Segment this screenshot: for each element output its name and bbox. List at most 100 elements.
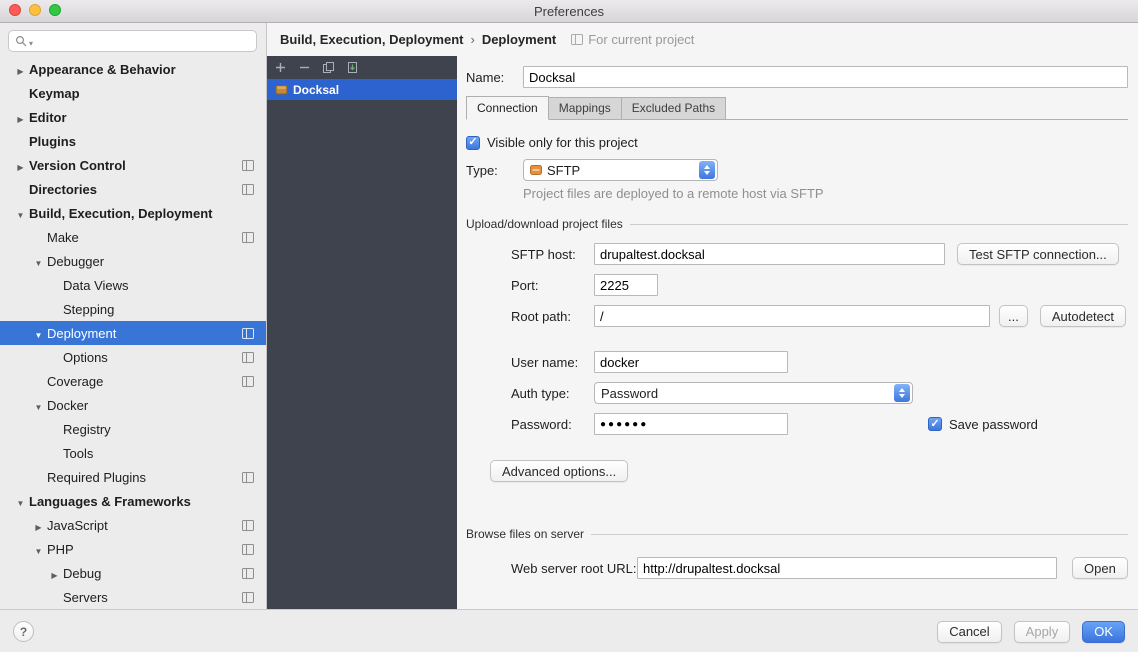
per-project-settings-icon (242, 568, 254, 579)
sftp-host-input[interactable] (594, 243, 945, 265)
sidebar-item-label: Keymap (29, 86, 80, 101)
sidebar-item-make[interactable]: Make (0, 225, 266, 249)
chevron-down-icon (30, 398, 47, 413)
type-dropdown[interactable]: SFTP (523, 159, 718, 181)
chevron-down-icon (30, 542, 47, 557)
sidebar-item-version-control[interactable]: Version Control (0, 153, 266, 177)
web-root-label: Web server root URL: (511, 561, 637, 576)
sidebar-item-servers[interactable]: Servers (0, 585, 266, 609)
web-root-input[interactable] (637, 557, 1057, 579)
sidebar-item-languages-frameworks[interactable]: Languages & Frameworks (0, 489, 266, 513)
sidebar-item-tools[interactable]: Tools (0, 441, 266, 465)
sidebar-item-directories[interactable]: Directories (0, 177, 266, 201)
type-value: SFTP (547, 163, 694, 178)
per-project-settings-icon (242, 184, 254, 195)
type-label: Type: (466, 163, 523, 178)
sidebar-item-label: Options (63, 350, 108, 365)
open-button[interactable]: Open (1072, 557, 1128, 579)
chevron-right-icon (12, 62, 29, 77)
sidebar-item-stepping[interactable]: Stepping (0, 297, 266, 321)
per-project-settings-icon (242, 352, 254, 363)
browse-root-button[interactable]: ... (999, 305, 1028, 327)
copy-server-button[interactable] (322, 61, 335, 74)
sidebar-item-label: JavaScript (47, 518, 108, 533)
root-path-input[interactable] (594, 305, 990, 327)
port-label: Port: (511, 278, 594, 293)
sidebar-item-label: Tools (63, 446, 93, 461)
user-name-input[interactable] (594, 351, 788, 373)
sidebar-item-registry[interactable]: Registry (0, 417, 266, 441)
search-input[interactable] (35, 33, 250, 49)
zoom-window-button[interactable] (49, 4, 61, 16)
preferences-window: Preferences Appearance & Behavior Keymap (0, 0, 1138, 652)
remove-server-button[interactable] (298, 61, 311, 74)
server-list-item-docksal[interactable]: Docksal (267, 79, 457, 100)
advanced-options-button[interactable]: Advanced options... (490, 460, 628, 482)
tab-mappings[interactable]: Mappings (549, 97, 622, 119)
sidebar-item-data-views[interactable]: Data Views (0, 273, 266, 297)
per-project-settings-icon (242, 232, 254, 243)
tab-excluded-paths[interactable]: Excluded Paths (622, 97, 726, 119)
sidebar-item-keymap[interactable]: Keymap (0, 81, 266, 105)
sidebar-item-label: Plugins (29, 134, 76, 149)
chevron-right-icon (46, 566, 63, 581)
per-project-settings-icon (242, 544, 254, 555)
search-scope-caret-icon (29, 34, 33, 49)
chevron-down-icon (30, 254, 47, 269)
visible-only-checkbox[interactable] (466, 136, 480, 150)
name-input[interactable] (523, 66, 1128, 88)
dialog-footer: ? Cancel Apply OK (0, 609, 1138, 652)
sidebar-item-options[interactable]: Options (0, 345, 266, 369)
password-input[interactable] (594, 413, 788, 435)
sidebar-item-php[interactable]: PHP (0, 537, 266, 561)
section-divider (591, 534, 1128, 535)
scope-label: For current project (588, 32, 694, 47)
sidebar-item-debug[interactable]: Debug (0, 561, 266, 585)
port-input[interactable] (594, 274, 658, 296)
apply-button[interactable]: Apply (1014, 621, 1071, 643)
sidebar-item-deployment[interactable]: Deployment (0, 321, 266, 345)
chevron-down-icon (30, 326, 47, 341)
sidebar-item-coverage[interactable]: Coverage (0, 369, 266, 393)
save-password-checkbox[interactable] (928, 417, 942, 431)
name-label: Name: (466, 70, 523, 85)
deployment-form: Name: Connection Mappings Excluded Paths… (457, 56, 1138, 609)
per-project-settings-icon (242, 520, 254, 531)
minimize-window-button[interactable] (29, 4, 41, 16)
sidebar-item-required-plugins[interactable]: Required Plugins (0, 465, 266, 489)
per-project-settings-icon (242, 472, 254, 483)
sidebar-item-label: Directories (29, 182, 97, 197)
breadcrumb-separator: › (470, 32, 474, 47)
sidebar-item-plugins[interactable]: Plugins (0, 129, 266, 153)
sidebar-item-appearance-behavior[interactable]: Appearance & Behavior (0, 57, 266, 81)
add-server-button[interactable] (274, 61, 287, 74)
breadcrumb-section[interactable]: Build, Execution, Deployment (280, 32, 463, 47)
server-list-toolbar (267, 56, 457, 79)
tab-connection[interactable]: Connection (466, 96, 549, 120)
autodetect-button[interactable]: Autodetect (1040, 305, 1126, 327)
sftp-type-icon (530, 164, 542, 176)
auth-type-dropdown[interactable]: Password (594, 382, 913, 404)
test-connection-button[interactable]: Test SFTP connection... (957, 243, 1119, 265)
sidebar-item-label: Required Plugins (47, 470, 146, 485)
sidebar-item-label: Version Control (29, 158, 126, 173)
type-help-text: Project files are deployed to a remote h… (523, 186, 1128, 201)
close-window-button[interactable] (9, 4, 21, 16)
sidebar-item-label: PHP (47, 542, 74, 557)
import-server-button[interactable] (346, 61, 359, 74)
cancel-button[interactable]: Cancel (937, 621, 1001, 643)
project-scope-icon (571, 34, 583, 45)
window-title: Preferences (534, 4, 604, 19)
sidebar-item-build-execution-deployment[interactable]: Build, Execution, Deployment (0, 201, 266, 225)
sidebar-item-docker[interactable]: Docker (0, 393, 266, 417)
sidebar-item-javascript[interactable]: JavaScript (0, 513, 266, 537)
help-button[interactable]: ? (13, 621, 34, 642)
sidebar-item-editor[interactable]: Editor (0, 105, 266, 129)
per-project-settings-icon (242, 376, 254, 387)
ok-button[interactable]: OK (1082, 621, 1125, 643)
sidebar-item-debugger[interactable]: Debugger (0, 249, 266, 273)
settings-search-box[interactable] (8, 30, 257, 52)
chevron-right-icon (12, 158, 29, 173)
copy-icon (322, 61, 335, 74)
sidebar-item-label: Appearance & Behavior (29, 62, 176, 77)
